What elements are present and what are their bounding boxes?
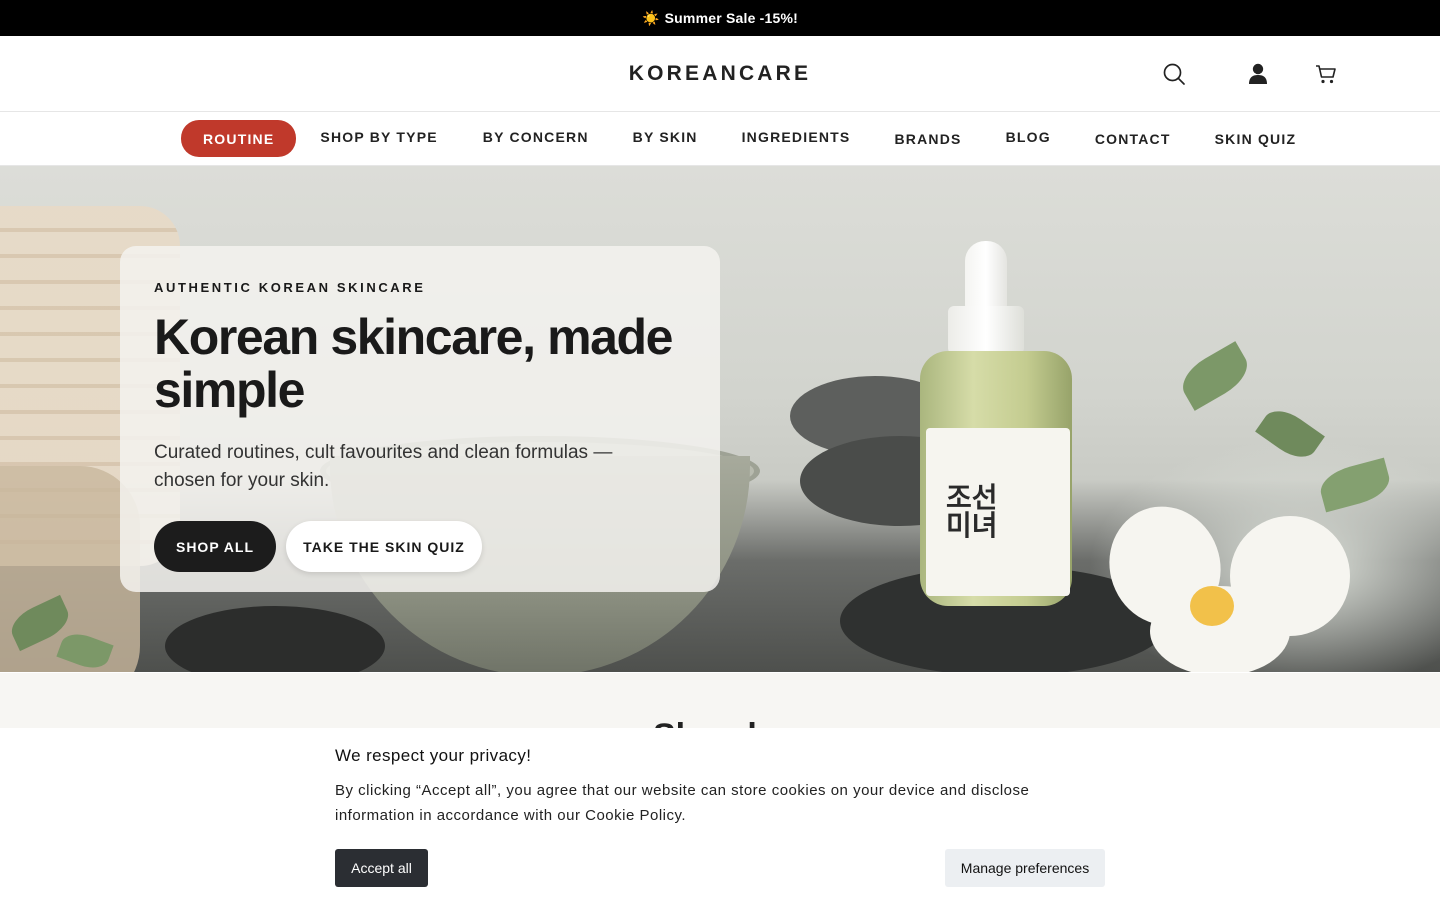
logo[interactable]: KOREANCARE bbox=[629, 62, 812, 86]
hero-buttons: SHOP ALL TAKE THE SKIN QUIZ bbox=[154, 521, 686, 572]
stone-decor bbox=[165, 606, 385, 672]
bottle-dropper bbox=[965, 241, 1007, 311]
bottle-cap bbox=[948, 306, 1024, 354]
nav-item-by-concern[interactable]: BY CONCERN bbox=[483, 129, 589, 145]
leaf-decor bbox=[1174, 341, 1256, 411]
main-nav: ROUTINE SHOP BY TYPE BY CONCERN BY SKIN … bbox=[0, 112, 1440, 166]
hero-title: Korean skincare, made simple bbox=[154, 309, 673, 418]
nav-item-brands[interactable]: BRANDS bbox=[894, 131, 961, 147]
hero-card: AUTHENTIC KOREAN SKINCARE Korean skincar… bbox=[120, 246, 720, 592]
orchid-center bbox=[1190, 586, 1234, 626]
nav-item-ingredients[interactable]: INGREDIENTS bbox=[742, 129, 851, 145]
header-icons bbox=[1160, 36, 1340, 112]
announcement-bar: ☀️ Summer Sale -15%! bbox=[0, 0, 1440, 36]
nav-item-by-skin[interactable]: BY SKIN bbox=[633, 129, 698, 145]
manage-preferences-button[interactable]: Manage preferences bbox=[945, 849, 1105, 887]
skin-quiz-button[interactable]: TAKE THE SKIN QUIZ bbox=[286, 521, 482, 572]
account-icon[interactable] bbox=[1244, 60, 1272, 88]
cookie-text: By clicking “Accept all”, you agree that… bbox=[335, 782, 1030, 824]
nav-item-routine[interactable]: ROUTINE bbox=[181, 120, 297, 157]
nav-item-skin-quiz[interactable]: SKIN QUIZ bbox=[1215, 131, 1297, 147]
nav-item-shop-by-type[interactable]: SHOP BY TYPE bbox=[320, 129, 437, 145]
nav-item-blog[interactable]: BLOG bbox=[1006, 129, 1051, 145]
leaf-decor bbox=[1316, 457, 1394, 513]
hero-banner: 조선미녀 AUTHENTIC KOREAN SKINCARE Korean sk… bbox=[0, 166, 1440, 672]
sun-icon: ☀️ bbox=[642, 9, 660, 26]
nav-item-contact[interactable]: CONTACT bbox=[1095, 131, 1171, 147]
site-header: KOREANCARE bbox=[0, 36, 1440, 112]
accept-all-button[interactable]: Accept all bbox=[335, 849, 428, 887]
cookie-title: We respect your privacy! bbox=[335, 746, 532, 765]
hero-eyebrow: AUTHENTIC KOREAN SKINCARE bbox=[154, 280, 426, 295]
cookie-banner: We respect your privacy! By clicking “Ac… bbox=[0, 728, 1440, 900]
cart-icon[interactable] bbox=[1312, 60, 1340, 88]
shop-all-button[interactable]: SHOP ALL bbox=[154, 521, 276, 572]
leaf-decor bbox=[1255, 402, 1325, 466]
bottle-label-text: 조선미녀 bbox=[946, 481, 998, 542]
hero-subtitle: Curated routines, cult favourites and cl… bbox=[154, 442, 613, 491]
announcement-text: Summer Sale -15%! bbox=[664, 10, 798, 26]
search-icon[interactable] bbox=[1160, 60, 1188, 88]
